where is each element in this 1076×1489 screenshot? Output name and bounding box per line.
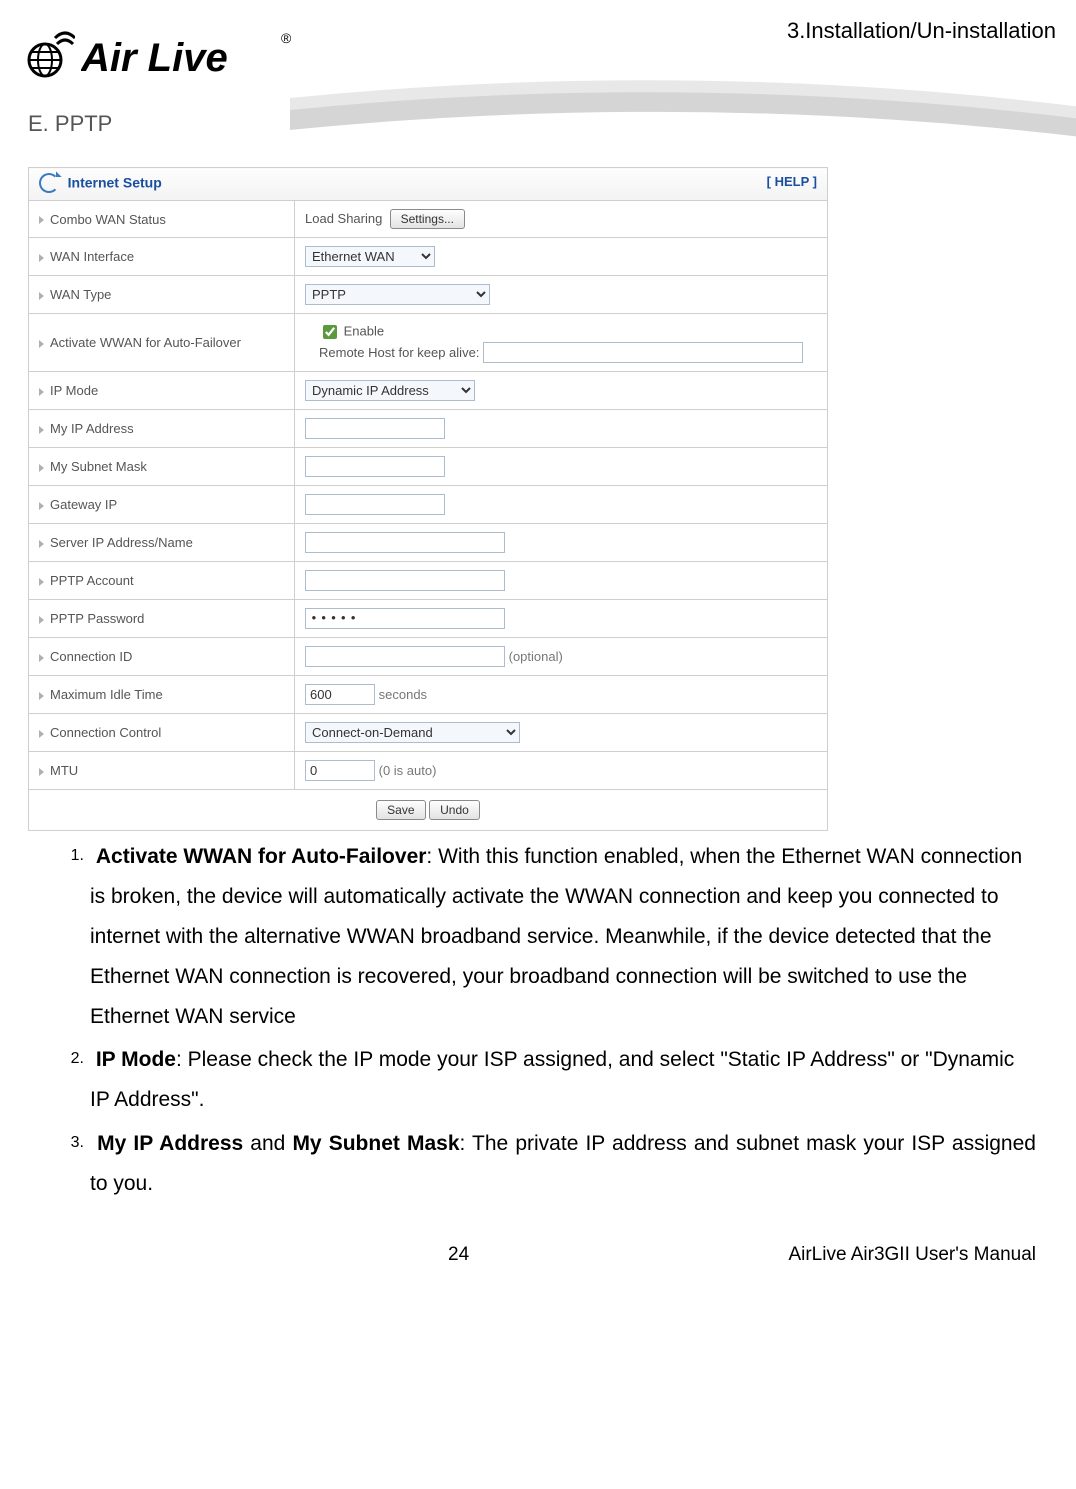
enable-label: Enable	[344, 323, 384, 338]
row-label: WAN Type	[50, 287, 111, 302]
panel-title: Internet Setup	[68, 174, 162, 190]
wan-type-select[interactable]: PPTP	[305, 284, 490, 305]
row-label: PPTP Account	[50, 573, 134, 588]
list-text: and	[243, 1132, 292, 1155]
documentation-list: 1. Activate WWAN for Auto-Failover: With…	[90, 837, 1036, 1204]
caret-icon	[39, 654, 44, 662]
row-label: Activate WWAN for Auto-Failover	[50, 335, 241, 350]
list-bold: Activate WWAN for Auto-Failover	[96, 845, 427, 868]
combo-wan-status-value: Load Sharing	[305, 211, 382, 226]
list-bold: IP Mode	[96, 1048, 176, 1071]
caret-icon	[39, 616, 44, 624]
gateway-input[interactable]	[305, 494, 445, 515]
caret-icon	[39, 730, 44, 738]
logo: Air Live ®	[15, 26, 291, 86]
row-label: Connection Control	[50, 725, 161, 740]
save-button[interactable]: Save	[376, 800, 425, 820]
caret-icon	[39, 768, 44, 776]
page-number: 24	[448, 1244, 469, 1266]
my-ip-input[interactable]	[305, 418, 445, 439]
ip-mode-select[interactable]: Dynamic IP Address	[305, 380, 475, 401]
pptp-password-input[interactable]	[305, 608, 505, 629]
row-label: IP Mode	[50, 383, 98, 398]
caret-icon	[39, 502, 44, 510]
caret-icon	[39, 692, 44, 700]
wan-interface-select[interactable]: Ethernet WAN	[305, 246, 435, 267]
seconds-label: seconds	[379, 687, 427, 702]
list-bold: My Subnet Mask	[292, 1132, 459, 1155]
caret-icon	[39, 388, 44, 396]
row-label: Combo WAN Status	[50, 212, 166, 227]
row-label: MTU	[50, 763, 78, 778]
undo-button[interactable]: Undo	[429, 800, 480, 820]
idle-time-input[interactable]	[305, 684, 375, 705]
manual-title: AirLive Air3GII User's Manual	[788, 1244, 1036, 1266]
list-number: 3.	[56, 1128, 84, 1158]
internet-setup-screenshot: Internet Setup [ HELP ] Combo WAN Status…	[28, 167, 828, 831]
svg-text:Air Live: Air Live	[81, 36, 228, 80]
mtu-input[interactable]	[305, 760, 375, 781]
caret-icon	[39, 254, 44, 262]
decorative-swoosh	[290, 48, 1076, 168]
refresh-icon	[39, 173, 59, 193]
list-text: : Please check the IP mode your ISP assi…	[90, 1048, 1014, 1111]
optional-label: (optional)	[509, 649, 563, 664]
row-label: Maximum Idle Time	[50, 687, 163, 702]
server-ip-input[interactable]	[305, 532, 505, 553]
caret-icon	[39, 464, 44, 472]
list-number: 1.	[56, 841, 84, 871]
caret-icon	[39, 292, 44, 300]
globe-wifi-icon	[15, 26, 75, 86]
list-text: : With this function enabled, when the E…	[90, 845, 1022, 1028]
help-link[interactable]: [ HELP ]	[767, 174, 817, 189]
list-bold: My IP Address	[97, 1132, 243, 1155]
caret-icon	[39, 540, 44, 548]
list-number: 2.	[56, 1044, 84, 1074]
enable-checkbox[interactable]	[323, 325, 337, 339]
subnet-input[interactable]	[305, 456, 445, 477]
mtu-hint: (0 is auto)	[379, 763, 437, 778]
settings-button[interactable]: Settings...	[390, 209, 465, 229]
caret-icon	[39, 578, 44, 586]
caret-icon	[39, 426, 44, 434]
row-label: Connection ID	[50, 649, 132, 664]
caret-icon	[39, 340, 44, 348]
row-label: Server IP Address/Name	[50, 535, 193, 550]
remote-host-input[interactable]	[483, 342, 803, 363]
logo-text: Air Live ®	[81, 27, 291, 85]
remote-host-label: Remote Host for keep alive:	[319, 345, 479, 360]
pptp-account-input[interactable]	[305, 570, 505, 591]
row-label: My IP Address	[50, 421, 134, 436]
section-heading: E. PPTP	[28, 111, 1056, 137]
row-label: My Subnet Mask	[50, 459, 147, 474]
row-label: PPTP Password	[50, 611, 144, 626]
svg-text:®: ®	[281, 30, 291, 46]
caret-icon	[39, 216, 44, 224]
chapter-title: 3.Installation/Un-installation	[787, 18, 1056, 44]
connection-id-input[interactable]	[305, 646, 505, 667]
row-label: WAN Interface	[50, 249, 134, 264]
row-label: Gateway IP	[50, 497, 117, 512]
connection-control-select[interactable]: Connect-on-Demand	[305, 722, 520, 743]
